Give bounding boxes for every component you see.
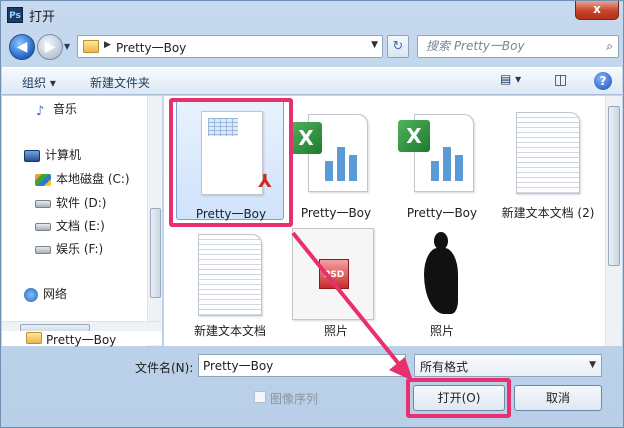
sidebar-item-drive-c[interactable]: 本地磁盘 (C:): [35, 170, 130, 187]
filename-input[interactable]: Pretty一Boy: [198, 354, 406, 377]
file-tile-text[interactable]: 新建文本文档 (2): [494, 100, 602, 220]
search-box[interactable]: ⌕: [417, 35, 619, 58]
format-dropdown-icon[interactable]: ▼: [589, 360, 596, 370]
file-tile-excel[interactable]: X Pretty一Boy: [282, 100, 390, 220]
text-document-icon: [198, 234, 262, 316]
refresh-icon[interactable]: ↻: [387, 35, 409, 58]
sidebar-item-computer[interactable]: 计算机: [24, 146, 81, 163]
file-name: 新建文本文档 (2): [501, 206, 595, 220]
text-document-icon: [516, 112, 580, 194]
sidebar-item-music[interactable]: ♪ 音乐: [36, 100, 78, 119]
file-list-scrollbar[interactable]: [605, 96, 622, 346]
sidebar-item-label: 软件 (D:): [56, 196, 107, 210]
folder-icon: [26, 332, 42, 344]
annotation-highlight-open-button: [406, 378, 511, 418]
address-bar[interactable]: ▶ Pretty一Boy ▼: [77, 35, 383, 58]
file-name: Pretty一Boy: [300, 206, 372, 220]
sidebar-item-label: 网络: [43, 287, 68, 301]
image-sequence-label: 图像序列: [270, 392, 319, 406]
new-folder-button[interactable]: 新建文件夹: [90, 74, 150, 91]
hard-drive-icon: [35, 199, 51, 208]
hard-drive-icon: [35, 245, 51, 254]
photoshop-app-icon: Ps: [7, 7, 23, 23]
psd-file-icon: PSD: [319, 259, 349, 289]
sidebar-item-label: 娱乐 (F:): [56, 242, 104, 256]
sidebar-item-label: 文档 (E:): [56, 219, 105, 233]
sidebar-item-network[interactable]: 网络: [24, 285, 67, 302]
image-sequence-checkbox[interactable]: [254, 391, 266, 403]
file-list-scroll-thumb[interactable]: [608, 106, 620, 266]
search-icon[interactable]: ⌕: [606, 39, 613, 54]
file-name: 新建文本文档: [193, 324, 266, 338]
file-name: 照片: [429, 324, 454, 338]
sidebar-item-folder[interactable]: Pretty一Boy: [2, 331, 162, 347]
computer-icon: [24, 149, 40, 162]
annotation-highlight-file: [169, 98, 293, 227]
network-globe-icon: [24, 287, 38, 302]
file-format-value: 所有格式: [420, 360, 469, 374]
breadcrumb-arrow-icon[interactable]: ▶: [104, 40, 111, 50]
excel-icon: X: [398, 120, 430, 152]
command-toolbar: 组织 ▾ 新建文件夹 ▤ ▾ ◫ ?: [2, 67, 622, 95]
figure-dress: [424, 248, 458, 314]
photo-thumbnail: [416, 228, 470, 318]
hard-drive-icon: [35, 222, 51, 231]
open-dialog: Ps 打开 x ◀ ▶ ▼ ▶ Pretty一Boy ▼ ↻ ⌕ 组织 ▾ 新建…: [0, 0, 624, 428]
folder-icon: [83, 40, 99, 53]
file-tile-excel[interactable]: X Pretty一Boy: [388, 100, 496, 220]
back-arrow-icon[interactable]: ◀: [9, 34, 35, 60]
close-button[interactable]: x: [575, 1, 619, 20]
address-dropdown-icon[interactable]: ▼: [371, 40, 378, 50]
help-icon[interactable]: ?: [594, 72, 612, 90]
file-name: Pretty一Boy: [406, 206, 478, 220]
excel-icon: X: [290, 122, 322, 154]
filename-label: 文件名(N):: [135, 361, 194, 375]
organize-menu[interactable]: 组织 ▾: [22, 74, 56, 91]
sidebar-item-label: Pretty一Boy: [46, 333, 117, 347]
sidebar-item-drive-f[interactable]: 娱乐 (F:): [35, 240, 103, 257]
navigation-bar: ◀ ▶ ▼ ▶ Pretty一Boy ▼ ↻ ⌕: [1, 33, 623, 61]
sidebar-scrollbar[interactable]: [147, 96, 162, 346]
file-name: 照片: [323, 324, 348, 338]
file-format-select[interactable]: 所有格式 ▼: [414, 354, 602, 377]
forward-arrow-icon[interactable]: ▶: [37, 34, 63, 60]
psd-document-thumbnail: PSD: [292, 228, 374, 320]
sidebar-item-label: 计算机: [45, 148, 82, 162]
cancel-button[interactable]: 取消: [514, 385, 602, 411]
title-bar: Ps 打开 x: [1, 1, 623, 29]
sidebar-item-drive-d[interactable]: 软件 (D:): [35, 194, 106, 211]
navigation-pane: ♪ 音乐 计算机 本地磁盘 (C:) 软件 (D:) 文档 (E:) 娱乐 (F:…: [2, 96, 162, 346]
file-tile-psd[interactable]: PSD 照片: [282, 224, 390, 344]
search-input[interactable]: [426, 39, 596, 53]
sidebar-item-label: 音乐: [53, 102, 78, 116]
sidebar-item-label: 本地磁盘 (C:): [56, 172, 130, 186]
sidebar-item-drive-e[interactable]: 文档 (E:): [35, 217, 105, 234]
file-tile-photo[interactable]: 照片: [388, 224, 496, 344]
breadcrumb[interactable]: Pretty一Boy: [116, 39, 186, 56]
history-dropdown-icon[interactable]: ▼: [64, 41, 74, 53]
music-note-icon: ♪: [36, 103, 45, 119]
file-tile-text[interactable]: 新建文本文档: [176, 224, 284, 344]
windows-drive-icon: [35, 173, 51, 186]
sidebar-scroll-thumb[interactable]: [150, 208, 161, 298]
window-title: 打开: [29, 10, 56, 25]
preview-pane-icon[interactable]: ◫: [554, 72, 567, 90]
view-options-icon[interactable]: ▤ ▾: [500, 72, 521, 90]
